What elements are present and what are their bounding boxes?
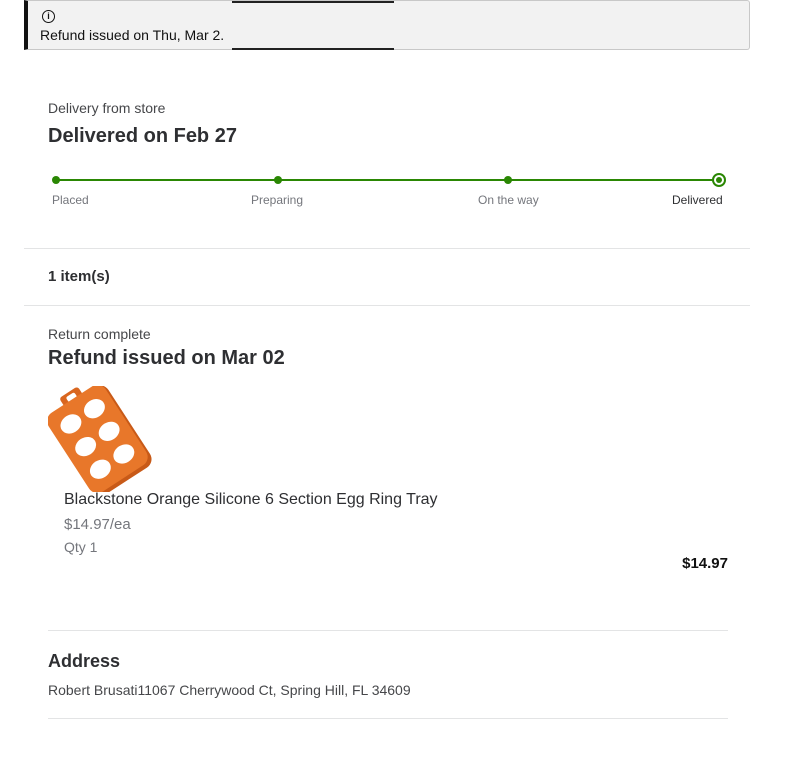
- banner-message: Refund issued on Thu, Mar 2.: [40, 27, 225, 43]
- delivery-source: Delivery from store: [48, 100, 166, 116]
- step-dot-on-the-way: [504, 176, 512, 184]
- product-image[interactable]: [47, 384, 154, 496]
- banner-bottom-accent: [232, 48, 394, 50]
- address-title: Address: [48, 651, 121, 671]
- egg-tray-image: [47, 384, 152, 496]
- product-name[interactable]: Blackstone Orange Silicone 6 Section Egg…: [64, 491, 438, 509]
- step-dot-placed: [52, 176, 60, 184]
- step-dot-preparing: [274, 176, 282, 184]
- product-quantity: Qty 1: [64, 539, 98, 555]
- product-unit-price: $14.97/ea: [64, 516, 131, 533]
- banner-top-accent: [232, 1, 394, 3]
- delivery-progress-tracker: [52, 173, 726, 189]
- section-divider: [48, 630, 728, 631]
- step-label-preparing: Preparing: [251, 193, 304, 207]
- step-dot-delivered: [712, 173, 726, 187]
- refund-title: Refund issued on Mar 02: [48, 347, 285, 369]
- progress-line: [56, 179, 718, 181]
- refund-notice-banner: i Refund issued on Thu, Mar 2.: [24, 0, 750, 50]
- step-label-placed: Placed: [52, 193, 89, 207]
- address-text: Robert Brusati11067 Cherrywood Ct, Sprin…: [48, 682, 411, 698]
- return-status: Return complete: [48, 326, 151, 342]
- delivery-status-title: Delivered on Feb 27: [48, 125, 237, 147]
- step-label-on-the-way: On the way: [478, 193, 539, 207]
- section-divider: [24, 248, 750, 249]
- step-label-delivered: Delivered: [672, 193, 723, 207]
- line-total: $14.97: [682, 555, 728, 572]
- items-count: 1 item(s): [48, 268, 110, 285]
- section-divider: [48, 718, 728, 719]
- info-icon: i: [42, 10, 55, 23]
- section-divider: [24, 305, 750, 306]
